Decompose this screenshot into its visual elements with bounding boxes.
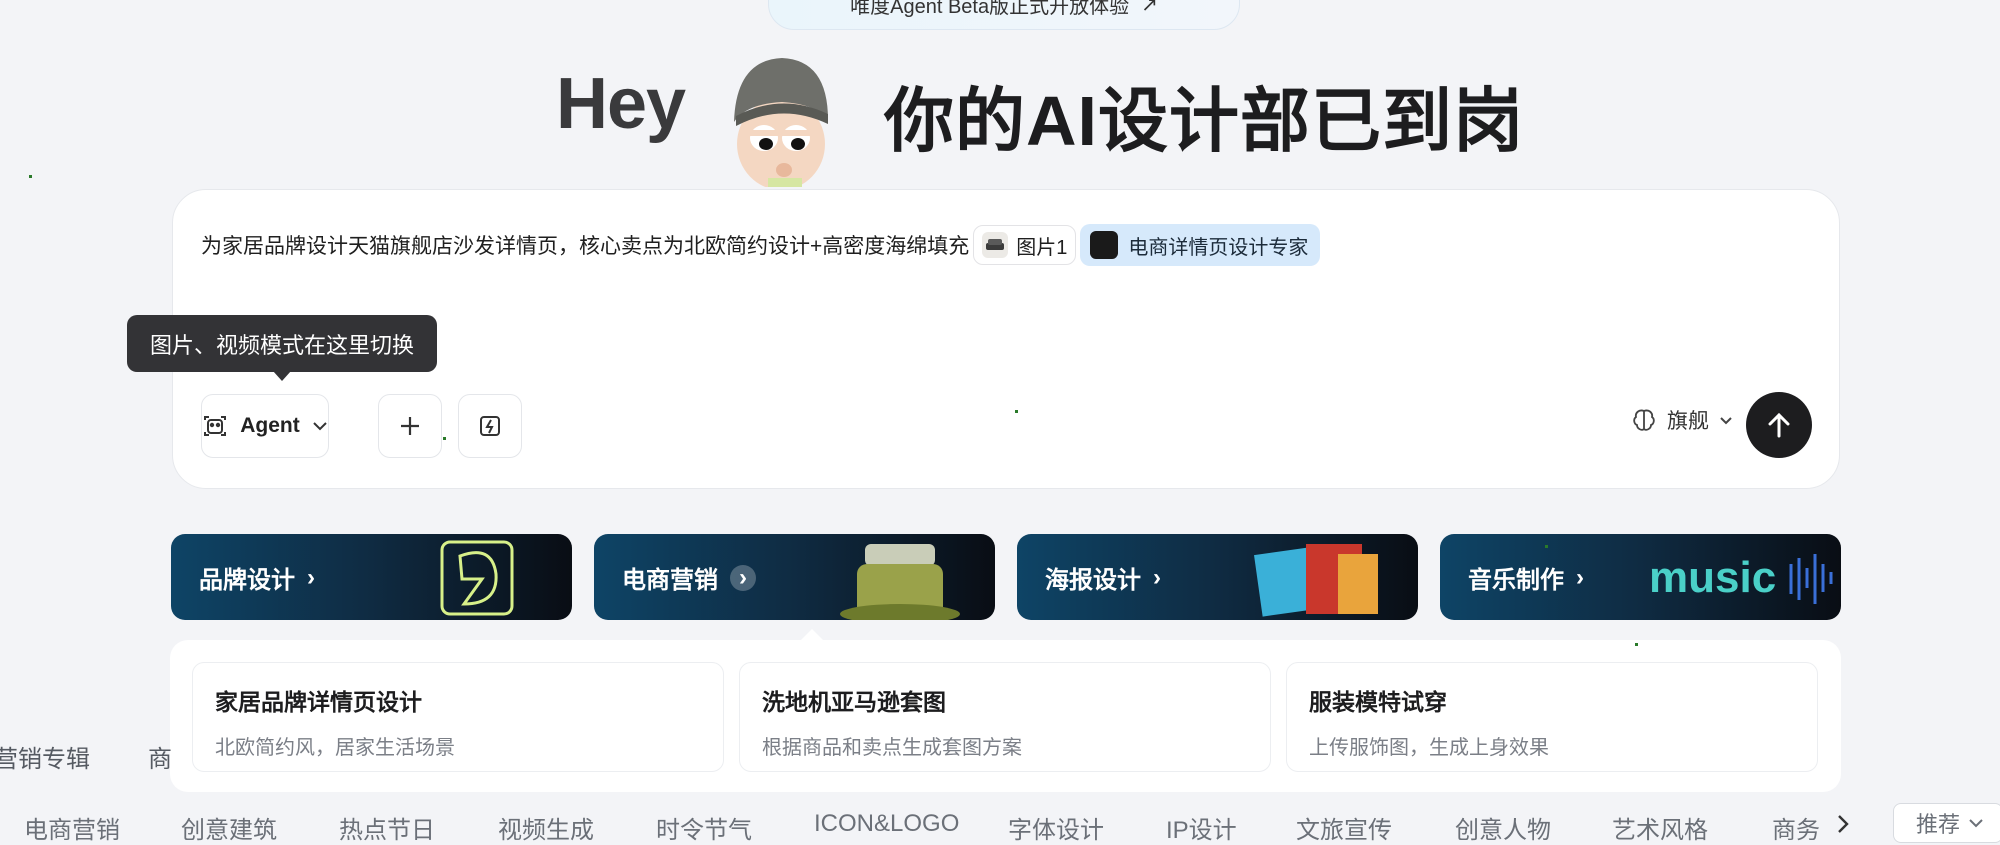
- tab-item[interactable]: 电商营销: [24, 810, 120, 845]
- tab-item[interactable]: 创意人物: [1455, 810, 1551, 845]
- announcement-banner[interactable]: 唯度Agent Beta版正式开放体验 ↗: [768, 0, 1240, 30]
- model-select[interactable]: 旗舰: [1631, 405, 1733, 435]
- music-wordmark: music: [1649, 553, 1776, 602]
- tab-item[interactable]: 视频生成: [498, 810, 594, 845]
- arrow-up-right-icon: ↗: [1141, 0, 1158, 16]
- category-card-brand-design[interactable]: 品牌设计 ›: [171, 534, 572, 620]
- suggestion-card[interactable]: 洗地机亚马逊套图 根据商品和卖点生成套图方案: [739, 662, 1271, 772]
- tab-item[interactable]: 热点节日: [339, 810, 435, 845]
- hero: Hey 你的AI设计部已到岗: [0, 55, 2000, 187]
- music-wordmark-art: music: [1649, 553, 1833, 604]
- mode-select-button[interactable]: Agent: [201, 394, 329, 458]
- chevron-right-icon[interactable]: [1836, 814, 1850, 834]
- tab-item[interactable]: IP设计: [1166, 810, 1237, 845]
- model-label: 旗舰: [1667, 410, 1709, 433]
- plus-icon: [401, 417, 419, 435]
- tab-item[interactable]: 商务: [1772, 810, 1826, 845]
- mascot-illustration: [734, 58, 828, 187]
- tab-item[interactable]: 时令节气: [656, 810, 752, 845]
- decorative-dot: [1015, 410, 1018, 413]
- category-label: 海报设计: [1045, 567, 1141, 594]
- side-tab-label[interactable]: 营销专辑: [0, 739, 90, 774]
- arrow-up-icon: [1768, 412, 1790, 438]
- decorative-dot: [1635, 643, 1638, 646]
- decorative-dot: [1545, 545, 1548, 548]
- suggestion-card[interactable]: 家居品牌详情页设计 北欧简约风，居家生活场景: [192, 662, 724, 772]
- chevron-right-icon: ›: [1153, 563, 1161, 591]
- tab-item[interactable]: 文旅宣传: [1296, 810, 1392, 845]
- side-tab-label[interactable]: 商: [148, 739, 172, 774]
- chevron-down-icon: [1720, 416, 1732, 424]
- tab-item[interactable]: ICON&LOGO: [814, 810, 959, 838]
- lightning-doc-icon: [480, 416, 500, 436]
- tab-item[interactable]: 创意建筑: [181, 810, 277, 845]
- send-button[interactable]: [1746, 392, 1812, 458]
- category-card-poster[interactable]: 海报设计 ›: [1017, 534, 1418, 620]
- image-chip-label: 图片1: [1016, 236, 1068, 259]
- category-card-ecommerce[interactable]: 电商营销 ›: [594, 534, 995, 620]
- brain-icon: [1633, 409, 1655, 431]
- suggestion-card[interactable]: 服装模特试穿 上传服饰图，生成上身效果: [1286, 662, 1818, 772]
- mode-tooltip: 图片、视频模式在这里切换: [127, 315, 437, 381]
- announcement-text: 唯度Agent Beta版正式开放体验: [850, 0, 1130, 18]
- decorative-dot: [29, 175, 32, 178]
- tab-item[interactable]: 艺术风格: [1612, 810, 1708, 845]
- chevron-right-icon: ›: [307, 563, 315, 591]
- hero-greeting: Hey: [556, 64, 686, 144]
- image-reference-chip[interactable]: 图片1: [973, 225, 1077, 265]
- brand-logo-art: [440, 540, 514, 616]
- category-card-music[interactable]: 音乐制作 › music: [1440, 534, 1841, 620]
- chevron-right-icon: ›: [1576, 563, 1584, 591]
- agent-mode-icon: [204, 416, 227, 436]
- sofa-thumbnail-icon: [982, 232, 1009, 258]
- agent-chip-label: 电商详情页设计专家: [1128, 236, 1309, 259]
- suggestion-title: 洗地机亚马逊套图: [762, 689, 946, 715]
- hero-title: 你的AI设计部已到岗: [884, 82, 1524, 160]
- agent-logo-icon: [1090, 231, 1119, 259]
- category-label: 品牌设计: [199, 567, 295, 594]
- suggestion-subtitle: 北欧简约风，居家生活场景: [215, 737, 455, 759]
- suggestion-subtitle: 根据商品和卖点生成套图方案: [762, 737, 1022, 759]
- suggestions-panel: 家居品牌详情页设计 北欧简约风，居家生活场景 洗地机亚马逊套图 根据商品和卖点生…: [170, 629, 1841, 792]
- prompt-input[interactable]: 为家居品牌设计天猫旗舰店沙发详情页，核心卖点为北欧简约设计+高密度海绵填充 图片…: [201, 224, 1321, 266]
- tab-item[interactable]: 字体设计: [1008, 810, 1104, 845]
- decorative-dot: [443, 437, 446, 440]
- sort-label: 推荐: [1916, 812, 1961, 837]
- category-label: 电商营销: [622, 567, 718, 594]
- mode-label: Agent: [240, 414, 300, 437]
- agent-chip[interactable]: 电商详情页设计专家: [1080, 224, 1321, 266]
- prompt-text: 为家居品牌设计天猫旗舰店沙发详情页，核心卖点为北欧简约设计+高密度海绵填充: [201, 235, 970, 258]
- chevron-right-icon: ›: [730, 564, 756, 591]
- suggestion-title: 家居品牌详情页设计: [215, 689, 422, 715]
- add-attachment-button[interactable]: [378, 394, 442, 458]
- poster-art: [1254, 544, 1378, 617]
- chevron-down-icon: [1969, 819, 1983, 828]
- sort-select[interactable]: 推荐: [1893, 803, 2000, 843]
- chevron-down-icon: [313, 422, 327, 431]
- quick-action-button[interactable]: [458, 394, 522, 458]
- suggestion-subtitle: 上传服饰图，生成上身效果: [1309, 737, 1549, 759]
- product-jar-art: [840, 544, 960, 620]
- suggestion-title: 服装模特试穿: [1309, 689, 1447, 715]
- category-label: 音乐制作: [1468, 567, 1564, 594]
